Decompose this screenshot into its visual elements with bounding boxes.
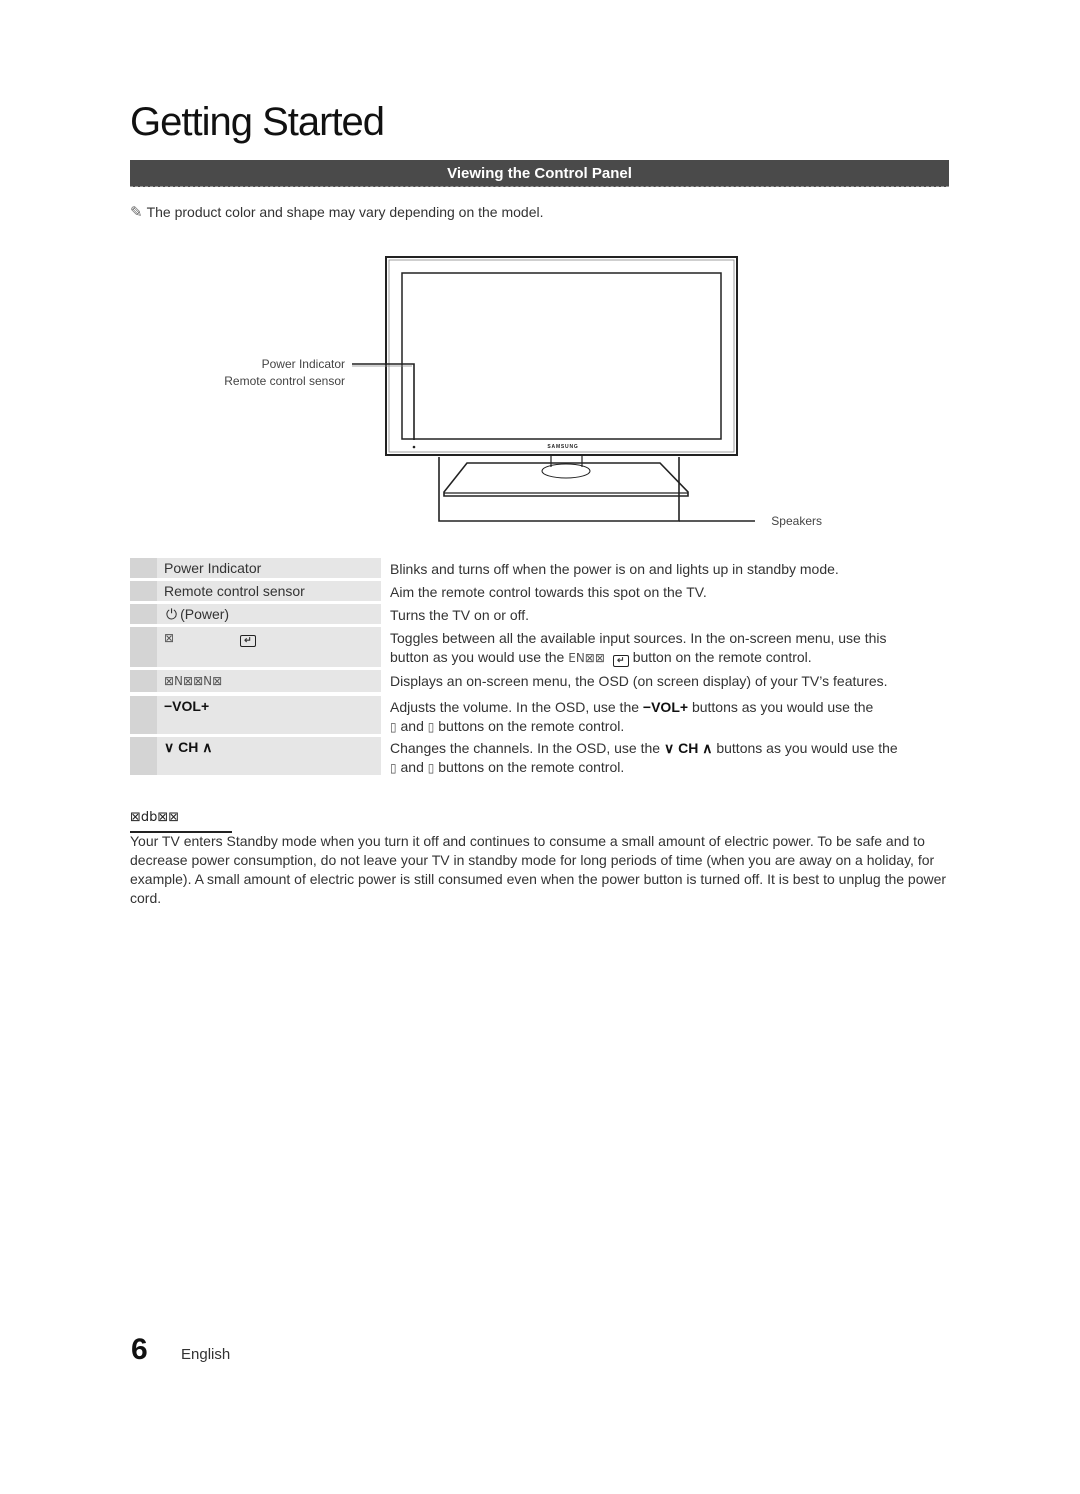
table-row: ⊠ ↵ Toggles between all the available in… <box>130 627 950 667</box>
speaker-bracket <box>438 457 680 522</box>
page-number: 6 <box>131 1333 148 1366</box>
control-name: Power Indicator <box>157 558 381 578</box>
power-icon: ⏻ <box>166 607 178 623</box>
control-name-channel: ∨ CH ∧ <box>157 737 381 775</box>
source-enter-icon: ↵ <box>239 635 256 647</box>
table-row: −VOL+ Adjusts the volume. In the OSD, us… <box>130 696 950 734</box>
control-desc: Adjusts the volume. In the OSD, use the … <box>381 696 950 734</box>
row-number-cell <box>130 627 157 667</box>
control-panel-table: Power Indicator Blinks and turns off whe… <box>130 558 950 778</box>
label-power-indicator: Power Indicator <box>261 357 345 371</box>
tv-front-diagram: SAMSUNG <box>352 256 755 522</box>
tv-stand-base-ring <box>541 463 591 479</box>
control-name-source: ⊠ ↵ <box>157 627 381 667</box>
power-indicator-dot <box>412 445 416 449</box>
table-row: Power Indicator Blinks and turns off whe… <box>130 558 950 578</box>
control-name-volume: −VOL+ <box>157 696 381 734</box>
control-desc: Changes the channels. In the OSD, use th… <box>381 737 950 775</box>
control-name: Remote control sensor <box>157 581 381 601</box>
down-arrow-glyph: ▯ <box>427 761 435 775</box>
left-arrow-glyph: ▯ <box>390 720 397 734</box>
control-name-power: ⏻ (Power) <box>157 604 381 624</box>
control-desc: Displays an on-screen menu, the OSD (on … <box>381 670 950 692</box>
control-name-menu: ⊠N⊠⊠N⊠ <box>157 670 381 692</box>
row-number-cell <box>130 670 157 692</box>
table-row: ⏻ (Power) Turns the TV on or off. <box>130 604 950 624</box>
table-row: ∨ CH ∧ Changes the channels. In the OSD,… <box>130 737 950 775</box>
source-label-glyph: ⊠ <box>164 631 175 645</box>
right-arrow-glyph: ▯ <box>427 720 435 734</box>
source-enter-icon: ↵ <box>612 655 629 667</box>
page-language: English <box>181 1346 231 1363</box>
tv-stand-plate <box>443 462 689 497</box>
row-number-cell <box>130 581 157 601</box>
volume-button-label: −VOL+ <box>642 699 689 715</box>
standby-heading: ⊠db⊠⊠ <box>130 808 232 833</box>
channel-button-label: ∨ CH ∧ <box>663 740 713 756</box>
control-desc: Aim the remote control towards this spot… <box>381 581 950 601</box>
label-speakers: Speakers <box>771 514 822 528</box>
table-row: Remote control sensor Aim the remote con… <box>130 581 950 601</box>
brand-logo: SAMSUNG <box>547 444 578 450</box>
control-desc: Toggles between all the available input … <box>381 627 950 667</box>
label-remote-sensor: Remote control sensor <box>224 374 345 388</box>
row-number-cell <box>130 604 157 624</box>
tv-bezel <box>385 256 738 456</box>
control-desc: Turns the TV on or off. <box>381 604 950 624</box>
enter-label-glyph: EN⊠⊠ <box>568 651 605 665</box>
up-arrow-glyph: ▯ <box>390 761 397 775</box>
table-row: ⊠N⊠⊠N⊠ Displays an on-screen menu, the O… <box>130 670 950 692</box>
row-number-cell <box>130 558 157 578</box>
row-number-cell <box>130 737 157 775</box>
standby-text: Your TV enters Standby mode when you tur… <box>130 833 947 906</box>
control-desc: Blinks and turns off when the power is o… <box>381 558 950 578</box>
row-number-cell <box>130 696 157 734</box>
tv-stand-neck <box>550 456 583 467</box>
